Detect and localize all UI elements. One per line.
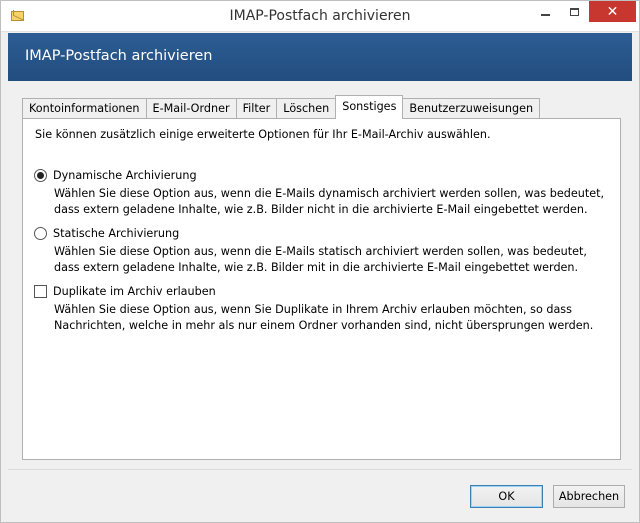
maximize-icon <box>569 8 579 16</box>
option-dynamic-archiving: Dynamische Archivierung Wählen Sie diese… <box>34 167 614 218</box>
allow-duplicates-label[interactable]: Duplikate im Archiv erlauben <box>53 285 216 298</box>
cancel-button[interactable]: Abbrechen <box>553 485 625 508</box>
maximize-button[interactable] <box>561 2 587 22</box>
option-allow-duplicates: Duplikate im Archiv erlauben Wählen Sie … <box>34 283 614 334</box>
ok-button[interactable]: OK <box>470 485 543 508</box>
dynamic-archiving-radio[interactable] <box>34 168 47 182</box>
tab-loeschen[interactable]: Löschen <box>276 98 337 119</box>
close-button[interactable]: ✕ <box>589 1 636 22</box>
minimize-icon <box>540 14 550 16</box>
dynamic-archiving-row[interactable]: Dynamische Archivierung <box>34 167 614 183</box>
dialog-header-title: IMAP-Postfach archivieren <box>25 48 213 64</box>
dynamic-archiving-description: Wählen Sie diese Option aus, wenn die E-… <box>54 187 605 216</box>
intro-text: Sie können zusätzlich einige erweiterte … <box>35 128 491 141</box>
static-archiving-radio[interactable] <box>34 226 47 240</box>
dialog-window: IMAP-Postfach archivieren ✕ IMAP-Postfac… <box>0 0 640 523</box>
option-static-archiving: Statische Archivierung Wählen Sie diese … <box>34 225 614 276</box>
close-icon: ✕ <box>606 3 619 20</box>
dynamic-archiving-label[interactable]: Dynamische Archivierung <box>53 169 197 182</box>
minimize-button[interactable] <box>532 2 558 22</box>
tab-benutzerzuweisungen[interactable]: Benutzerzuweisungen <box>402 98 541 119</box>
static-archiving-row[interactable]: Statische Archivierung <box>34 225 614 241</box>
tab-panel-sonstiges: Sie können zusätzlich einige erweiterte … <box>22 118 621 460</box>
tab-filter[interactable]: Filter <box>235 98 278 119</box>
allow-duplicates-description: Wählen Sie diese Option aus, wenn Sie Du… <box>54 303 594 332</box>
title-bar[interactable]: IMAP-Postfach archivieren ✕ <box>1 1 639 32</box>
tab-strip: Kontoinformationen E-Mail-Ordner Filter … <box>22 95 541 119</box>
tab-email-ordner[interactable]: E-Mail-Ordner <box>145 98 237 119</box>
dialog-footer: OK Abbrechen <box>8 469 632 517</box>
tab-sonstiges[interactable]: Sonstiges <box>335 95 404 119</box>
allow-duplicates-row[interactable]: Duplikate im Archiv erlauben <box>34 283 614 299</box>
static-archiving-label[interactable]: Statische Archivierung <box>53 227 179 240</box>
allow-duplicates-checkbox[interactable] <box>34 284 47 298</box>
tab-kontoinformationen[interactable]: Kontoinformationen <box>22 98 147 119</box>
dialog-header: IMAP-Postfach archivieren <box>8 33 632 81</box>
static-archiving-description: Wählen Sie diese Option aus, wenn die E-… <box>54 245 587 274</box>
